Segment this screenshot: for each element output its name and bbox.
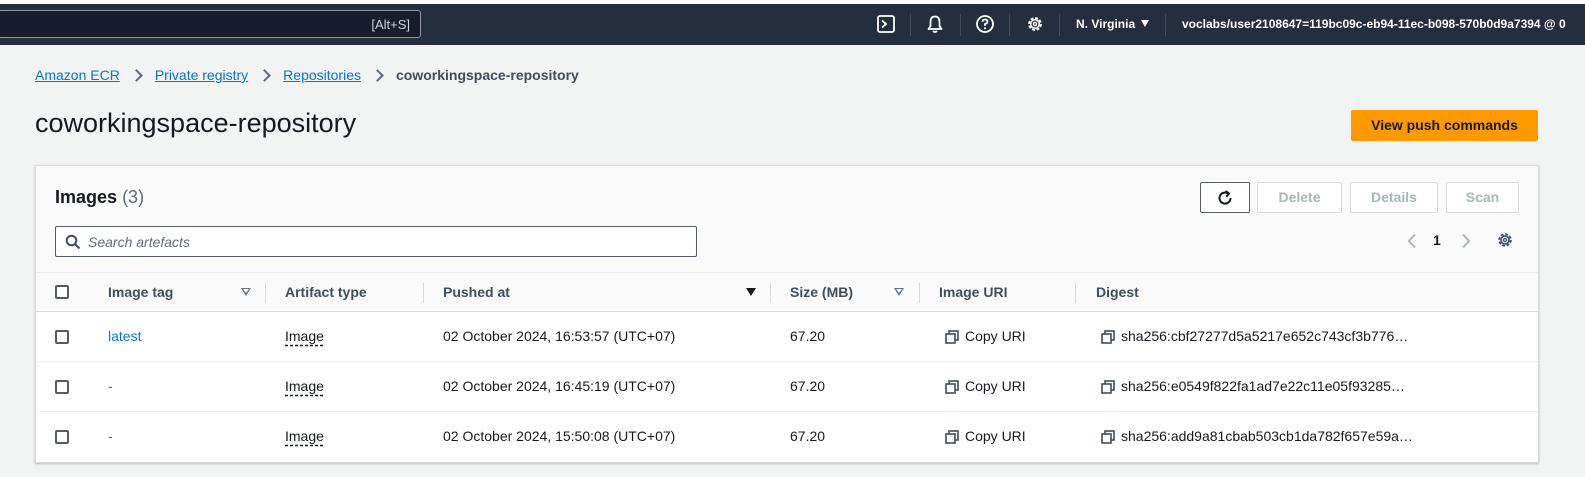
topbar-divider xyxy=(1009,14,1010,36)
image-tag-link[interactable]: - xyxy=(108,428,113,444)
image-size: 67.20 xyxy=(790,328,826,344)
copy-uri-button[interactable]: Copy URI xyxy=(965,328,1026,344)
column-header-size[interactable]: Size (MB) xyxy=(790,284,853,300)
table-preferences-gear-icon[interactable] xyxy=(1496,231,1514,249)
artifact-type[interactable]: Image xyxy=(285,378,324,394)
images-title: Images xyxy=(55,187,118,207)
next-page-icon[interactable] xyxy=(1460,233,1472,249)
previous-page-icon[interactable] xyxy=(1406,233,1418,249)
topbar-divider xyxy=(1165,14,1166,36)
images-panel-header: Images (3) Delete Details Scan Search ar… xyxy=(36,166,1538,273)
pushed-at: 02 October 2024, 16:53:57 (UTC+07) xyxy=(443,328,676,344)
copy-uri-button[interactable]: Copy URI xyxy=(965,378,1026,394)
artifact-type[interactable]: Image xyxy=(285,428,324,444)
chevron-right-icon xyxy=(371,68,384,82)
search-icon xyxy=(65,234,81,250)
global-search-input[interactable]: [Alt+S] xyxy=(0,10,421,38)
account-menu[interactable]: voclabs/user2108647=119bc09c-eb94-11ec-b… xyxy=(1182,17,1566,31)
top-navigation-bar: [Alt+S] N. Virginia voclabs/user2108647=… xyxy=(0,0,1585,45)
notifications-bell-icon[interactable] xyxy=(925,14,945,34)
topbar-divider xyxy=(910,14,911,36)
column-header-pushed-at[interactable]: Pushed at xyxy=(443,284,510,300)
refresh-button[interactable] xyxy=(1200,182,1250,213)
topbar-divider xyxy=(960,14,961,36)
copy-icon[interactable] xyxy=(945,380,959,394)
topbar-divider xyxy=(1059,14,1060,36)
copy-icon[interactable] xyxy=(1101,330,1115,344)
image-digest: sha256:cbf27277d5a5217e652c743cf3b776… xyxy=(1121,328,1409,344)
search-placeholder: Search artefacts xyxy=(88,234,190,250)
copy-icon[interactable] xyxy=(1101,380,1115,394)
image-tag-link[interactable]: - xyxy=(108,378,113,394)
image-size: 67.20 xyxy=(790,378,826,394)
sort-icon[interactable] xyxy=(894,288,904,296)
column-divider xyxy=(265,283,266,303)
view-push-commands-button[interactable]: View push commands xyxy=(1351,110,1538,141)
breadcrumb: Amazon ECR Private registry Repositories… xyxy=(35,67,579,83)
details-button[interactable]: Details xyxy=(1350,182,1438,213)
breadcrumb-private-registry[interactable]: Private registry xyxy=(155,67,248,83)
breadcrumb-repositories[interactable]: Repositories xyxy=(283,67,361,83)
table-row[interactable]: - Image 02 October 2024, 15:50:08 (UTC+0… xyxy=(36,412,1538,462)
copy-icon[interactable] xyxy=(1101,430,1115,444)
copy-icon[interactable] xyxy=(945,430,959,444)
select-all-checkbox[interactable] xyxy=(55,285,69,299)
column-header-artifact-type[interactable]: Artifact type xyxy=(285,284,367,300)
column-divider xyxy=(423,283,424,303)
page-title: coworkingspace-repository xyxy=(35,108,357,138)
sort-icon[interactable] xyxy=(241,288,251,296)
image-tag-link[interactable]: latest xyxy=(108,328,141,344)
column-header-image-tag[interactable]: Image tag xyxy=(108,284,173,300)
artifact-type[interactable]: Image xyxy=(285,328,324,344)
row-checkbox[interactable] xyxy=(55,380,69,394)
row-checkbox[interactable] xyxy=(55,330,69,344)
table-row[interactable]: - Image 02 October 2024, 16:45:19 (UTC+0… xyxy=(36,362,1538,412)
search-artefacts-input[interactable]: Search artefacts xyxy=(55,226,697,257)
copy-uri-button[interactable]: Copy URI xyxy=(965,428,1026,444)
images-count: (3) xyxy=(122,187,145,207)
pushed-at: 02 October 2024, 16:45:19 (UTC+07) xyxy=(443,378,676,394)
delete-button[interactable]: Delete xyxy=(1257,182,1342,213)
column-divider xyxy=(770,283,771,303)
table-header: Image tag Artifact type Pushed at Size (… xyxy=(36,273,1538,312)
column-divider xyxy=(919,283,920,303)
column-divider xyxy=(1075,283,1076,303)
breadcrumb-amazon-ecr[interactable]: Amazon ECR xyxy=(35,67,120,83)
table-row[interactable]: latest Image 02 October 2024, 16:53:57 (… xyxy=(36,312,1538,362)
region-selector[interactable]: N. Virginia xyxy=(1076,17,1150,31)
image-size: 67.20 xyxy=(790,428,826,444)
column-header-image-uri: Image URI xyxy=(939,284,1008,300)
chevron-right-icon xyxy=(129,68,143,82)
image-digest: sha256:add9a81cbab503cb1da782f657e59a… xyxy=(1121,428,1413,444)
current-page-number[interactable]: 1 xyxy=(1433,232,1441,248)
settings-gear-icon[interactable] xyxy=(1025,14,1045,34)
pushed-at: 02 October 2024, 15:50:08 (UTC+07) xyxy=(443,428,676,444)
scan-button[interactable]: Scan xyxy=(1446,182,1519,213)
images-heading: Images (3) xyxy=(55,187,144,208)
region-label: N. Virginia xyxy=(1076,17,1136,31)
cloudshell-icon[interactable] xyxy=(876,14,896,34)
image-digest: sha256:e0549f822fa1ad7e22c11e05f93285… xyxy=(1121,378,1405,394)
search-shortcut-hint: [Alt+S] xyxy=(371,17,410,32)
breadcrumb-current: coworkingspace-repository xyxy=(396,67,579,83)
caret-down-icon xyxy=(1141,20,1150,27)
refresh-icon xyxy=(1218,190,1232,205)
images-panel: Images (3) Delete Details Scan Search ar… xyxy=(35,165,1539,463)
column-header-digest: Digest xyxy=(1096,284,1139,300)
help-icon[interactable] xyxy=(975,14,995,34)
chevron-right-icon xyxy=(258,68,272,82)
sort-descending-icon[interactable] xyxy=(746,288,756,296)
row-checkbox[interactable] xyxy=(55,430,69,444)
copy-icon[interactable] xyxy=(945,330,959,344)
